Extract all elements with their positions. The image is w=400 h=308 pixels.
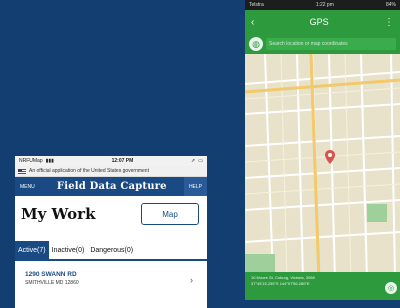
back-arrow-icon[interactable]: ‹	[251, 17, 254, 28]
status-bar: NRFUMap ▮▮▮ 12:07 PM ➚ ▭	[15, 156, 207, 166]
gps-title: GPS	[309, 17, 329, 27]
menu-button[interactable]: MENU	[15, 177, 40, 196]
carrier-label: NRFUMap	[19, 158, 43, 164]
gps-screen: Telstra 1:22 pm 84% ‹ GPS ⋮ ◍ Search loc…	[245, 0, 400, 300]
gps-battery: 84%	[385, 2, 396, 8]
more-options-icon[interactable]: ⋮	[384, 17, 394, 28]
chevron-right-icon: ›	[190, 275, 193, 285]
help-button[interactable]: HELP	[183, 177, 207, 196]
globe-icon[interactable]: ◍	[249, 37, 263, 51]
work-row: My Work Map	[15, 196, 207, 232]
gps-header: ‹ GPS ⋮	[245, 10, 400, 34]
app-header: MENU Field Data Capture HELP	[15, 177, 207, 196]
case-address: 1290 SWANN RD	[25, 271, 77, 278]
location-footer: 10 Moore St, Coburg, Victoria, 3058 37°4…	[245, 272, 400, 300]
case-city: SMITHVILLE MD 12860	[25, 280, 79, 286]
battery-icon: ▭	[198, 158, 203, 164]
map-button[interactable]: Map	[141, 203, 199, 225]
tab-dangerous[interactable]: Dangerous(0)	[87, 241, 136, 259]
tab-active[interactable]: Active(7)	[15, 241, 49, 259]
status-time: 12:07 PM	[111, 158, 134, 164]
gov-banner-text: An official application of the United St…	[29, 168, 149, 174]
tab-inactive[interactable]: Inactive(0)	[49, 241, 88, 259]
page-title: My Work	[21, 205, 96, 223]
location-pin-icon[interactable]	[325, 150, 335, 164]
gps-time: 1:22 pm	[315, 2, 334, 8]
app-title: Field Data Capture	[56, 181, 167, 192]
location-search-input[interactable]	[266, 38, 396, 50]
signal-icon: ▮▮▮	[45, 158, 54, 164]
gov-banner: An official application of the United St…	[15, 166, 207, 177]
gps-carrier: Telstra	[249, 2, 264, 8]
location-icon: ➚	[191, 158, 196, 164]
footer-coordinates: 37°45'15.235"S 144°57'56.280"E	[251, 281, 310, 286]
street-map	[245, 54, 400, 280]
us-flag-icon	[18, 168, 26, 174]
gps-status-bar: Telstra 1:22 pm 84%	[245, 0, 400, 10]
my-location-icon[interactable]: ◎	[385, 282, 397, 294]
map-view[interactable]	[245, 54, 400, 280]
field-data-capture-screen: NRFUMap ▮▮▮ 12:07 PM ➚ ▭ An official app…	[15, 156, 207, 308]
gps-search-bar: ◍	[245, 34, 400, 54]
list-item[interactable]: 1290 SWANN RD SMITHVILLE MD 12860 ›	[15, 261, 207, 286]
status-tabs: Active(7) Inactive(0) Dangerous(0)	[15, 241, 207, 261]
